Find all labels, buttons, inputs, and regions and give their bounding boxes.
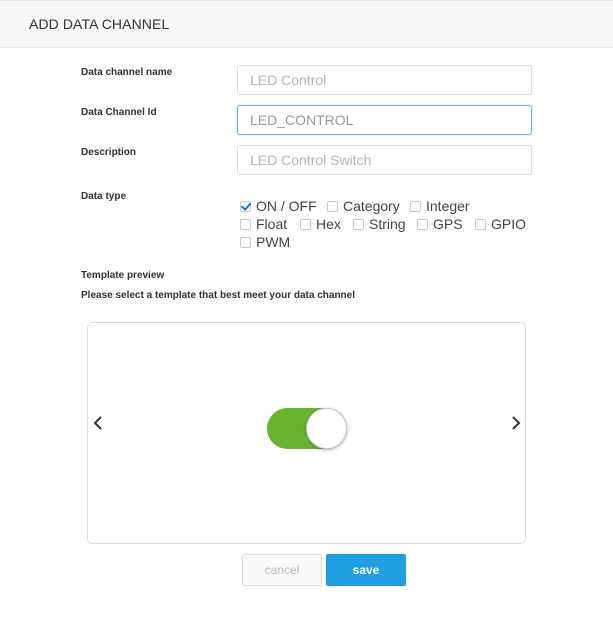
data-type-label-hex: Hex	[316, 216, 341, 232]
data-type-pwm[interactable]: PWM	[240, 233, 290, 251]
checkbox-gpio[interactable]	[475, 218, 486, 230]
toggle-knob	[306, 408, 347, 449]
data-type-label-float: Float	[256, 216, 288, 232]
data-type-label: Data type	[81, 191, 127, 202]
data-type-label-category: Category	[343, 198, 400, 214]
data-type-label-gpio: GPIO	[491, 216, 527, 232]
channel-name-label: Data channel name	[81, 67, 173, 78]
data-type-label-on-off: ON / OFF	[256, 198, 317, 214]
toggle-switch-preview[interactable]	[267, 408, 347, 449]
description-label: Description	[81, 147, 137, 158]
checkbox-float[interactable]	[240, 218, 251, 230]
data-type-category[interactable]: Category	[327, 197, 400, 215]
data-type-float[interactable]: Float	[240, 215, 287, 233]
data-type-integer[interactable]: Integer	[410, 197, 470, 215]
save-button[interactable]: save	[326, 554, 406, 586]
data-type-string[interactable]: String	[353, 215, 406, 233]
checkbox-pwm[interactable]	[240, 236, 251, 248]
template-preview-title: Template preview	[81, 270, 165, 281]
channel-id-input[interactable]	[237, 105, 532, 135]
chevron-right-icon[interactable]	[508, 412, 522, 434]
data-type-hex[interactable]: Hex	[300, 215, 341, 233]
checkbox-integer[interactable]	[410, 200, 421, 212]
checkbox-category[interactable]	[327, 200, 338, 212]
data-type-label-string: String	[369, 216, 406, 232]
cancel-button[interactable]: cancel	[242, 554, 322, 586]
data-type-label-pwm: PWM	[256, 234, 291, 250]
data-type-label-integer: Integer	[426, 198, 470, 214]
data-type-gps[interactable]: GPS	[417, 215, 463, 233]
checkbox-string[interactable]	[353, 218, 364, 230]
channel-id-label: Data Channel Id	[81, 107, 157, 118]
chevron-left-icon[interactable]	[92, 412, 106, 434]
data-type-on-off[interactable]: ON / OFF	[240, 197, 317, 215]
description-input[interactable]	[237, 145, 532, 175]
data-type-label-gps: GPS	[433, 216, 463, 232]
checkbox-on-off[interactable]	[240, 200, 251, 212]
checkbox-hex[interactable]	[300, 218, 311, 230]
dialog-title: ADD DATA CHANNEL	[29, 16, 170, 32]
checkbox-gps[interactable]	[417, 218, 428, 230]
template-preview-subtitle: Please select a template that best meet …	[81, 290, 355, 301]
data-type-gpio[interactable]: GPIO	[475, 215, 526, 233]
channel-name-input[interactable]	[237, 65, 532, 95]
dialog-header: ADD DATA CHANNEL	[0, 0, 613, 48]
